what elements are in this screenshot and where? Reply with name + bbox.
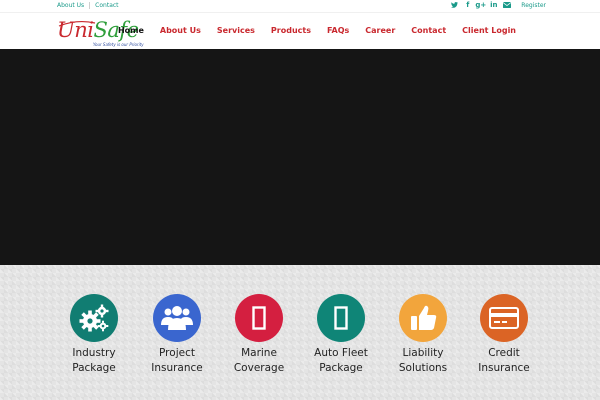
service-label-line1: Liability [402, 347, 444, 359]
service-label-line2: Insurance [151, 362, 203, 374]
thumbs-up-icon [411, 305, 437, 330]
site-header: UniSafe Your Safety is our Priority Home… [0, 12, 600, 49]
service-label[interactable]: Liability Solutions [382, 346, 464, 376]
service-circle[interactable] [70, 294, 118, 342]
top-link-contact[interactable]: Contact [95, 2, 118, 9]
service-auto-fleet-package[interactable]: Auto Fleet Package [300, 294, 382, 376]
service-credit-insurance[interactable]: Credit Insurance [463, 294, 545, 376]
service-circle[interactable] [317, 294, 365, 342]
top-link-about[interactable]: About Us [57, 2, 84, 9]
services-strip: Industry Package Project Insurance Marin… [0, 265, 600, 400]
main-nav: Home About Us Services Products FAQs Car… [102, 26, 516, 35]
service-label-line1: Project [159, 347, 195, 359]
service-label-line2: Solutions [398, 362, 448, 374]
google-plus-icon[interactable]: g+ [474, 1, 487, 9]
nav-about-us[interactable]: About Us [160, 26, 201, 35]
service-label[interactable]: Credit Insurance [463, 346, 545, 376]
service-label-line1: Marine [241, 347, 277, 359]
top-links: About Us Contact [57, 2, 119, 9]
linkedin-icon[interactable]: in [487, 1, 500, 9]
nav-home[interactable]: Home [118, 26, 144, 35]
service-label-line2: Coverage [233, 362, 285, 374]
service-circle[interactable] [480, 294, 528, 342]
twitter-icon[interactable] [448, 2, 461, 8]
top-bar: About Us Contact f g+ in Register [0, 0, 600, 12]
car-icon [334, 306, 348, 330]
register-link[interactable]: Register [521, 2, 546, 9]
envelope-icon[interactable] [500, 2, 513, 8]
top-links-divider [89, 2, 91, 9]
gears-icon [79, 304, 109, 332]
logo-text-uni: Uni [57, 18, 94, 42]
credit-card-icon [489, 307, 519, 329]
nav-career[interactable]: Career [365, 26, 395, 35]
service-label-line2: Insurance [478, 362, 530, 374]
service-circle[interactable] [153, 294, 201, 342]
site-logo[interactable]: UniSafe Your Safety is our Priority [57, 18, 149, 50]
top-right-links: f g+ in Register [448, 1, 546, 9]
service-marine-coverage[interactable]: Marine Coverage [218, 294, 300, 376]
nav-client-login[interactable]: Client Login [462, 26, 516, 35]
nav-products[interactable]: Products [271, 26, 311, 35]
service-industry-package[interactable]: Industry Package [53, 294, 135, 376]
service-label-line1: Credit [488, 347, 520, 359]
users-icon [161, 306, 193, 330]
service-label-line2: Package [72, 362, 116, 374]
service-circle[interactable] [399, 294, 447, 342]
facebook-icon[interactable]: f [461, 1, 474, 9]
logo-tagline: Your Safety is our Priority [93, 42, 144, 47]
service-label[interactable]: Auto Fleet Package [300, 346, 382, 376]
ship-icon [252, 306, 266, 330]
service-liability-solutions[interactable]: Liability Solutions [382, 294, 464, 376]
service-label-line1: Industry [72, 347, 116, 359]
service-label[interactable]: Industry Package [53, 346, 135, 376]
service-circle[interactable] [235, 294, 283, 342]
service-project-insurance[interactable]: Project Insurance [136, 294, 218, 376]
nav-faqs[interactable]: FAQs [327, 26, 349, 35]
service-label[interactable]: Marine Coverage [218, 346, 300, 376]
nav-services[interactable]: Services [217, 26, 255, 35]
hero-banner [0, 49, 600, 265]
nav-contact[interactable]: Contact [411, 26, 446, 35]
service-label-line1: Auto Fleet [314, 347, 368, 359]
service-label-line2: Package [319, 362, 363, 374]
service-label[interactable]: Project Insurance [136, 346, 218, 376]
